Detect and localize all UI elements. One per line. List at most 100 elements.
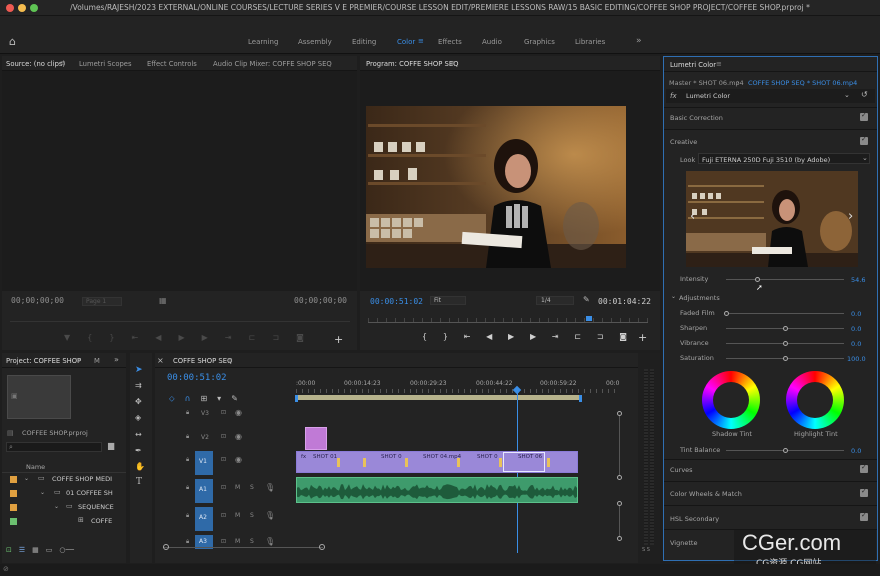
lock-icon[interactable]: 🔒︎ [186,538,189,546]
basic-correction-checkbox[interactable] [860,111,868,121]
bin-sequence[interactable]: SEQUENCE [78,503,114,511]
step-back-icon[interactable]: ◀ [486,332,492,341]
microphone-icon[interactable]: 🎙︎ [265,483,275,492]
sharpen-value[interactable]: 0.0 [851,325,861,333]
saturation-knob[interactable] [783,356,788,361]
hsl-secondary-section[interactable]: HSL Secondary [670,515,719,523]
faded-film-slider[interactable] [724,311,844,316]
a1-audio-clip[interactable] [296,477,578,503]
chevron-down-icon[interactable]: ⌄ [671,293,676,300]
selection-tool-icon[interactable]: ➤ [135,365,143,375]
name-column-header[interactable]: Name [26,463,45,471]
work-area-end[interactable] [579,395,582,402]
previous-look-icon[interactable]: ‹ [690,209,695,224]
v1-clip-strip[interactable]: fx SHOT 01 SHOT 0 SHOT 04.mp4 SHOT 0 SHO… [296,451,578,473]
label-color-swatch[interactable] [10,490,17,497]
curves-checkbox[interactable] [860,463,868,473]
list-view-icon[interactable]: ☰ [19,546,25,554]
solo-button[interactable]: S [250,484,254,491]
saturation-value[interactable]: 100.0 [847,355,866,363]
sequence-clip-label[interactable]: COFFE SHOP SEQ * SHOT 06.mp4 [748,79,857,87]
go-to-in-icon[interactable]: ⇤ [131,333,138,342]
mark-out-icon[interactable]: } [443,332,448,341]
lock-icon[interactable]: 🔒︎ [186,433,189,441]
mute-button[interactable]: M [235,538,240,545]
extract-icon[interactable]: ⊐ [597,332,604,341]
clip-shot-05[interactable]: SHOT 0 [477,454,498,460]
mute-button[interactable]: M [235,512,240,519]
label-color-swatch[interactable] [10,518,17,525]
overwrite-icon[interactable]: ⊐ [272,333,279,342]
intensity-slider-knob[interactable] [755,277,760,282]
status-icon[interactable]: ⊘ [3,565,9,573]
program-scrub-bar[interactable] [368,322,648,323]
solo-button[interactable]: S [250,538,254,545]
zoom-level-dropdown[interactable]: Fit [430,296,466,305]
a1-source-patch[interactable]: A1 [195,479,213,503]
color-wheels-section[interactable]: Color Wheels & Match [670,490,742,498]
microphone-icon[interactable]: 🎙︎ [265,511,275,520]
eye-icon[interactable]: ◉ [235,432,242,441]
lumetri-menu-icon[interactable]: ≡ [716,60,722,68]
next-look-icon[interactable]: › [848,209,853,224]
master-clip-label[interactable]: Master * SHOT 06.mp4 [669,79,744,87]
source-add-button[interactable]: + [334,333,343,346]
workspace-audio[interactable]: Audio [482,38,502,46]
lock-icon[interactable]: 🔒︎ [186,484,189,492]
program-add-button[interactable]: + [638,331,647,344]
vertical-scrollbar[interactable] [619,416,620,476]
basic-correction-section[interactable]: Basic Correction [670,114,723,122]
sync-lock-icon[interactable]: ⊡ [221,433,226,440]
intensity-value[interactable]: 54.6 [851,276,865,284]
vibrance-value[interactable]: 0.0 [851,340,861,348]
lock-icon[interactable]: 🔒︎ [186,512,189,520]
sync-lock-icon[interactable]: ⊡ [221,512,226,519]
tint-balance-knob[interactable] [783,448,788,453]
project-search-input[interactable]: ⌕ [6,442,102,452]
clip-shot-04[interactable]: SHOT 04.mp4 [423,454,461,460]
adjustments-label[interactable]: Adjustments [679,294,720,302]
track-label-v3[interactable]: V3 [201,410,209,417]
go-to-out-icon[interactable]: ⇥ [552,332,559,341]
program-timecode-current[interactable]: 00:00:51:02 [370,297,423,306]
faded-film-knob[interactable] [724,311,729,316]
mark-in-icon[interactable]: { [87,333,92,342]
timeline-settings-icon[interactable]: ✎ [231,394,238,404]
pen-tool-icon[interactable]: ✒ [135,446,142,455]
export-frame-icon[interactable]: ◙ [296,333,304,342]
vignette-section[interactable]: Vignette [670,539,697,547]
settings-wrench-icon[interactable]: ✎ [583,295,590,304]
snap-icon[interactable]: ∩ [185,394,191,404]
timeline-zoom-scrollbar[interactable] [163,547,323,548]
sync-lock-icon[interactable]: ⊡ [221,456,226,463]
color-wheels-checkbox[interactable] [860,487,868,497]
more-workspaces-button[interactable]: » [636,36,642,46]
sync-lock-icon[interactable]: ⊡ [221,538,226,545]
new-bin-icon[interactable]: ▆ [108,441,114,450]
zoom-handle-left[interactable] [163,544,169,550]
sharpen-slider[interactable] [726,326,844,331]
zoom-handle-right[interactable] [319,544,325,550]
look-dropdown[interactable]: Fuji ETERNA 250D Fuji 3510 (by Adobe) ⌄ [698,153,870,164]
source-page-dropdown[interactable]: Page 1 [82,297,122,306]
mark-in-icon[interactable]: { [422,332,427,341]
hand-tool-icon[interactable]: ✋ [135,462,145,471]
a2-track-patch[interactable]: A2 [195,507,213,531]
lumetri-title[interactable]: Lumetri Color [670,61,716,69]
track-select-tool-icon[interactable]: ⇉ [135,381,142,390]
more-tabs-icon[interactable]: » [114,355,119,364]
go-to-out-icon[interactable]: ⇥ [225,333,232,342]
type-tool-icon[interactable]: T [136,477,142,487]
panel-menu-icon[interactable]: ≡ [60,59,66,67]
chevron-down-icon[interactable]: ⌄ [54,503,59,510]
shadow-tint-wheel[interactable] [702,371,760,429]
chevron-down-icon[interactable]: ⌄ [24,475,29,482]
resolution-dropdown[interactable]: 1/4 [536,296,574,305]
workspace-assembly[interactable]: Assembly [298,38,332,46]
workspace-libraries[interactable]: Libraries [575,38,605,46]
eye-icon[interactable]: ◉ [235,408,242,417]
razor-tool-icon[interactable]: ◈ [135,413,141,422]
reset-icon[interactable]: ↺ [861,90,868,99]
faded-film-value[interactable]: 0.0 [851,310,861,318]
program-title[interactable]: Program: COFFE SHOP SEQ [366,60,459,68]
